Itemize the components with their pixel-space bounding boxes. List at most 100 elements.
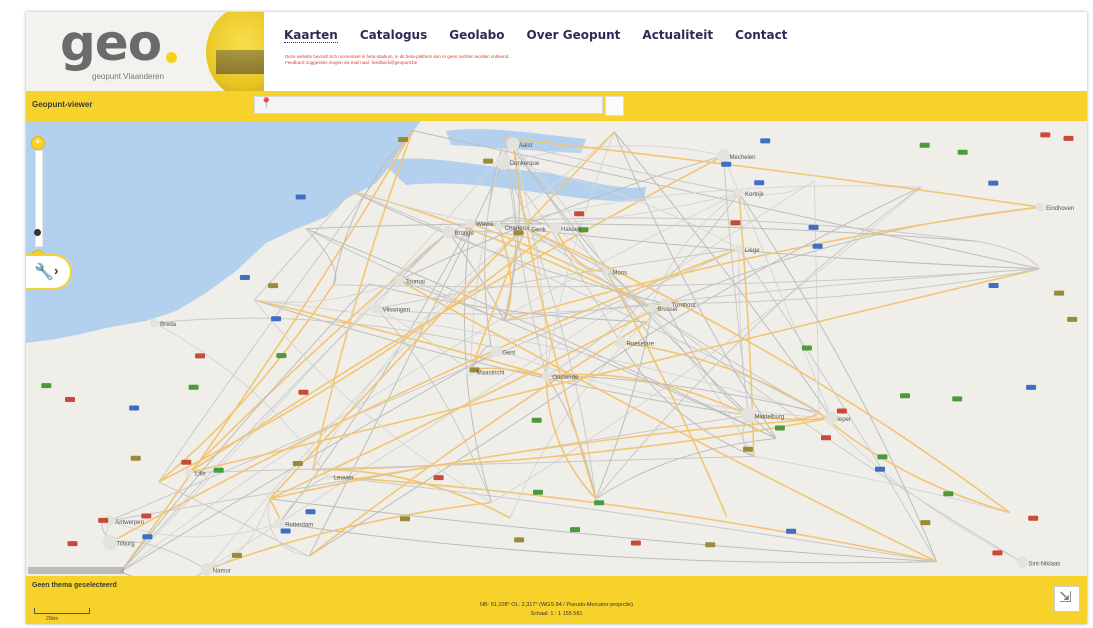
road-shield bbox=[292, 461, 303, 466]
road-shield bbox=[514, 537, 525, 543]
map-place-label: Genk bbox=[531, 227, 546, 233]
map-place-label: Charleroi bbox=[505, 226, 529, 232]
map-place-label: Lille bbox=[195, 472, 206, 478]
theme-status: Geen thema geselecteerd bbox=[32, 582, 117, 589]
export-icon: ⇲ bbox=[1059, 589, 1072, 606]
road-shield bbox=[213, 467, 224, 473]
map-place-label: Dunkerque bbox=[510, 161, 540, 167]
road-shield bbox=[920, 520, 931, 526]
map-city-area bbox=[549, 222, 561, 234]
map-city-area bbox=[734, 188, 744, 198]
coordinates-readout: NB: 51,108° OL: 2,317° (WGS 84 / Pseudo-… bbox=[480, 602, 633, 608]
logo-sun-graphic bbox=[206, 12, 264, 91]
header: geo geopunt Vlaanderen Kaarten Catalogus… bbox=[26, 12, 1087, 91]
search-button[interactable] bbox=[605, 96, 624, 116]
road-shield bbox=[705, 542, 716, 548]
wrench-icon: 🔧 bbox=[34, 264, 54, 281]
map-place-label: Maastricht bbox=[477, 370, 505, 376]
road-shield bbox=[774, 425, 785, 431]
map-tiles[interactable]: OostendeBruggeGentAntwerpenBrusselLeuven… bbox=[26, 121, 1087, 576]
road-shield bbox=[1063, 135, 1074, 141]
map-place-label: Rotterdam bbox=[285, 522, 313, 528]
road-shield bbox=[812, 243, 823, 249]
road-shield bbox=[900, 393, 910, 399]
road-shield bbox=[98, 517, 109, 523]
search-input[interactable]: 📍 bbox=[254, 96, 603, 114]
map-place-label: Liège bbox=[745, 248, 760, 254]
map-city-area bbox=[490, 345, 502, 358]
nav-item-contact[interactable]: Contact bbox=[735, 28, 787, 43]
map-city-area bbox=[541, 371, 551, 381]
road-shield bbox=[276, 353, 287, 359]
road-shield bbox=[298, 389, 309, 395]
map-place-label: Tournai bbox=[405, 279, 425, 285]
map-place-label: Antwerpen bbox=[115, 520, 144, 526]
tools-toggle-button[interactable]: 🔧 › bbox=[26, 254, 72, 290]
map-place-label: Kortrijk bbox=[745, 192, 765, 198]
nav-item-catalogus[interactable]: Catalogus bbox=[360, 28, 427, 43]
map-city-area bbox=[442, 225, 455, 239]
map-place-label: Ieper bbox=[837, 417, 851, 423]
road-shield bbox=[721, 161, 732, 167]
map-place-label: Vlissingen bbox=[383, 308, 410, 314]
map-city-area bbox=[506, 137, 520, 151]
map-place-label: Mechelen bbox=[730, 155, 756, 161]
road-shield bbox=[268, 283, 279, 289]
map-place-label: Gent bbox=[502, 350, 515, 356]
road-shield bbox=[808, 224, 819, 230]
map-city-area bbox=[647, 303, 656, 313]
road-shield bbox=[1067, 316, 1078, 322]
export-button[interactable]: ⇲ bbox=[1054, 586, 1080, 612]
road-shield bbox=[239, 275, 250, 280]
map-city-area bbox=[274, 518, 285, 529]
logo-text: geo bbox=[60, 14, 162, 72]
road-shield bbox=[142, 534, 153, 540]
road-shield bbox=[754, 180, 765, 186]
nav-item-geolabo[interactable]: Geolabo bbox=[449, 28, 504, 43]
road-shield bbox=[743, 446, 753, 452]
map-city-area bbox=[495, 223, 503, 231]
viewer-toolbar: Geopunt-viewer 📍 bbox=[26, 91, 1087, 121]
road-shield bbox=[1054, 290, 1065, 296]
map-place-label: Namur bbox=[213, 569, 231, 575]
map-city-area bbox=[465, 218, 475, 228]
road-shield bbox=[877, 454, 888, 460]
map-place-label: Oostende bbox=[552, 375, 579, 381]
map-place-label: Brugge bbox=[455, 231, 475, 237]
road-shield bbox=[41, 383, 52, 389]
road-shield bbox=[533, 489, 543, 495]
road-shield bbox=[129, 405, 140, 411]
road-shield bbox=[67, 541, 78, 547]
nav-item-over-geopunt[interactable]: Over Geopunt bbox=[527, 28, 621, 43]
map-attribution-strip bbox=[28, 567, 124, 574]
road-shield bbox=[280, 528, 291, 534]
nav-item-actualiteit[interactable]: Actualiteit bbox=[642, 28, 713, 43]
road-shield bbox=[836, 408, 847, 414]
road-shield bbox=[574, 211, 585, 217]
road-shield bbox=[952, 396, 963, 402]
beta-notice-line-2: Feedback suggesties mogen via mail naar:… bbox=[285, 60, 418, 65]
zoom-control: + − bbox=[31, 136, 45, 264]
road-shield bbox=[195, 353, 206, 359]
road-shield bbox=[1026, 384, 1037, 390]
map-city-area bbox=[716, 149, 731, 163]
map-place-label: Leuven bbox=[334, 476, 354, 482]
map-city-area bbox=[394, 275, 404, 285]
map-city-area bbox=[603, 268, 610, 275]
road-shield bbox=[188, 384, 199, 390]
road-shield bbox=[786, 528, 797, 534]
road-shield bbox=[181, 459, 192, 465]
road-shield bbox=[821, 435, 831, 441]
logo[interactable]: geo geopunt Vlaanderen bbox=[26, 12, 264, 91]
map-canvas[interactable]: Oostende Brugge Gent Antwerpen Brussel Leuven… bbox=[26, 121, 1087, 576]
road-shield bbox=[305, 509, 316, 515]
zoom-in-button[interactable]: + bbox=[31, 136, 45, 150]
app-window: geo geopunt Vlaanderen Kaarten Catalogus… bbox=[26, 12, 1087, 624]
road-shield bbox=[433, 475, 444, 481]
road-shield bbox=[730, 220, 741, 226]
nav-item-kaarten[interactable]: Kaarten bbox=[284, 28, 338, 43]
map-city-area bbox=[184, 468, 194, 477]
map-city-area bbox=[824, 411, 838, 425]
map-place-label: Mons bbox=[612, 270, 627, 276]
road-shield bbox=[531, 417, 542, 423]
